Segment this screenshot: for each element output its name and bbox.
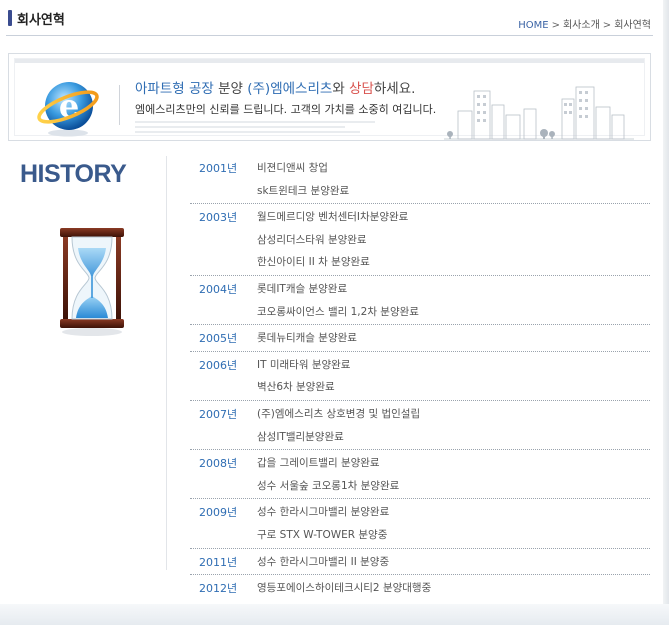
timeline-event: 한신아이티 II 차 분양완료 [257,256,370,269]
timeline-row: 2004년 롯데IT캐슬 분양완료 [190,277,650,300]
timeline-row: 삼성IT밸리분양완료 [190,425,650,448]
year-group: 2012년 영등포에이스하이테크시티2 분양대행중 [190,576,650,601]
timeline-event: 삼성IT밸리분양완료 [257,430,344,443]
promo-banner[interactable]: e 아파트형 공장 분양 (주)엠에스리츠와 상담하세요. 엠에스리츠만의 신뢰… [8,53,651,141]
title-marker [8,10,12,26]
column-divider [166,156,167,570]
year-group: 2011년 성수 한라시그마밸리 II 분양중 [190,550,650,576]
timeline-row: 2011년 성수 한라시그마밸리 II 분양중 [190,550,650,573]
header-divider [6,35,653,36]
timeline-event: 비젼디앤씨 창업 [257,162,328,174]
city-buildings-illustration [444,86,634,140]
banner-fineprint [135,121,375,136]
banner-inner: e 아파트형 공장 분양 (주)엠에스리츠와 상담하세요. 엠에스리츠만의 신뢰… [14,58,645,140]
timeline-row: 한신아이티 II 차 분양완료 [190,250,650,273]
right-edge-shadow [663,0,669,625]
timeline-year: 2001년 [199,162,238,175]
timeline-row: 2006년 IT 미래타워 분양완료 [190,353,650,376]
timeline-event: 코오롱싸이언스 밸리 1,2차 분양완료 [257,305,419,318]
ie-e-logo-icon: e [37,82,99,137]
timeline-year: 2008년 [199,457,238,471]
timeline-event: 월드메르디앙 벤처센터I차분양완료 [257,211,409,224]
timeline-row: 삼성리더스타워 분양완료 [190,228,650,251]
timeline-event: 성수 서울숲 코오롱1차 분양완료 [257,479,400,492]
timeline-event: 구로 STX W-TOWER 분양중 [257,528,388,541]
timeline-year: 2009년 [199,506,238,520]
timeline-row: 성수 서울숲 코오롱1차 분양완료 [190,474,650,497]
hourglass-icon [60,228,124,336]
banner-headline-text: 와 [332,81,350,97]
banner-top-strip [15,59,644,63]
timeline-year: 2007년 [199,407,238,421]
page-title: 회사연혁 [17,13,65,28]
timeline-row: 코오롱싸이언스 밸리 1,2차 분양완료 [190,300,650,323]
year-group: 2006년 IT 미래타워 분양완료벽산6차 분양완료 [190,353,650,401]
page-header: 회사연혁 HOME > 회사소개 > 회사연혁 [0,0,663,36]
timeline-row: sk트윈테크 분양완료 [190,179,650,202]
banner-headline-text: 하세요. [373,81,416,97]
timeline-row: 구로 STX W-TOWER 분양중 [190,523,650,546]
breadcrumb-separator: > [602,20,612,31]
year-group: 2008년 갑을 그레이트밸리 분양완료성수 서울숲 코오롱1차 분양완료 [190,451,650,500]
timeline-row: 2003년 월드메르디앙 벤처센터I차분양완료 [190,205,650,228]
year-group: 2009년 성수 한라시그마밸리 분양완료구로 STX W-TOWER 분양중 [190,500,650,549]
banner-headline-consult: 상담 [349,81,374,97]
year-group: 2007년 (주)엠에스리츠 상호변경 및 법인설립삼성IT밸리분양완료 [190,402,650,451]
timeline-event: sk트윈테크 분양완료 [257,184,350,197]
breadcrumb: HOME > 회사소개 > 회사연혁 [518,16,651,31]
timeline-event: 벽산6차 분양완료 [257,381,335,394]
year-group: 2001년 비젼디앤씨 창업 sk트윈테크 분양완료 [190,156,650,205]
timeline-year: 2006년 [199,358,238,372]
banner-divider [119,85,120,125]
timeline-event: 롯데IT캐슬 분양완료 [257,282,348,295]
timeline-row: 2001년 비젼디앤씨 창업 [190,156,650,179]
timeline-row: 2007년 (주)엠에스리츠 상호변경 및 법인설립 [190,402,650,425]
breadcrumb-company-link[interactable]: 회사소개 [563,20,600,31]
timeline-year: 2012년 [199,582,238,596]
timeline-row: 2008년 갑을 그레이트밸리 분양완료 [190,451,650,474]
timeline-event: 삼성리더스타워 분양완료 [257,233,367,246]
timeline-year: 2011년 [199,555,238,569]
timeline-event: 롯데뉴티캐슬 분양완료 [257,332,357,345]
timeline-event: 갑을 그레이트밸리 분양완료 [257,457,380,470]
year-group: 2005년 롯데뉴티캐슬 분양완료 [190,326,650,352]
banner-subline: 엠에스리츠만의 신뢰를 드립니다. 고객의 가치를 소중히 여깁니다. [135,103,437,116]
timeline-event: 성수 한라시그마밸리 II 분양중 [257,555,390,568]
history-timeline: 2001년 비젼디앤씨 창업 sk트윈테크 분양완료 2003년 월드메르디앙 벤처센터… [190,156,650,602]
timeline-event: 영등포에이스하이테크시티2 분양대행중 [257,582,432,595]
banner-headline-product: 아파트형 공장 [135,81,214,97]
timeline-row: 2009년 성수 한라시그마밸리 분양완료 [190,500,650,523]
timeline-year: 2005년 [199,332,238,346]
timeline-year: 2004년 [199,282,238,296]
breadcrumb-current: 회사연혁 [614,20,651,31]
history-title: HISTORY [20,160,127,188]
timeline-row: 벽산6차 분양완료 [190,375,650,398]
breadcrumb-separator: > [551,20,560,31]
year-group: 2004년 롯데IT캐슬 분양완료코오롱싸이언스 밸리 1,2차 분양완료 [190,277,650,326]
timeline-year: 2003년 [199,211,238,225]
timeline-event: (주)엠에스리츠 상호변경 및 법인설립 [257,407,421,420]
banner-headline: 아파트형 공장 분양 (주)엠에스리츠와 상담하세요. [135,77,415,97]
banner-headline-text: 분양 [213,81,248,97]
timeline-event: 성수 한라시그마밸리 분양완료 [257,506,390,519]
timeline-event: IT 미래타워 분양완료 [257,358,351,371]
year-group: 2003년 월드메르디앙 벤처센터I차분양완료삼성리더스타워 분양완료한신아이티 … [190,205,650,276]
footer-band [0,604,669,625]
timeline-row: 2005년 롯데뉴티캐슬 분양완료 [190,326,650,349]
timeline-row: 2012년 영등포에이스하이테크시티2 분양대행중 [190,576,650,599]
banner-headline-company: (주)엠에스리츠 [247,81,333,97]
breadcrumb-home-link[interactable]: HOME [518,20,548,31]
